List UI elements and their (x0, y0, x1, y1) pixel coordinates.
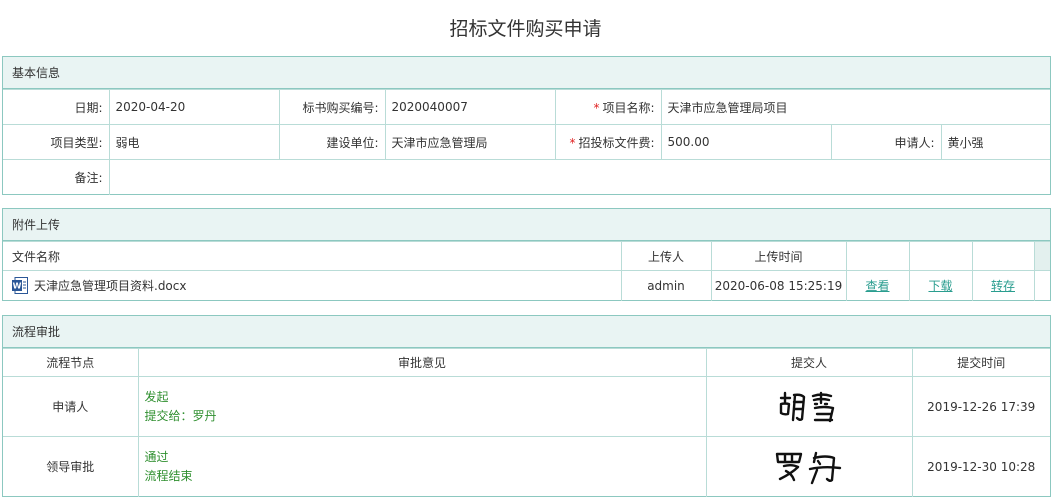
page-title: 招标文件购买申请 (449, 18, 602, 40)
flow-node: 领导审批 (3, 436, 139, 497)
note-label: 备注: (3, 159, 110, 195)
project-name-label-cell: * 项目名称: (554, 89, 662, 125)
column-header-file-name: 文件名称 (3, 241, 622, 271)
builder-value: 天津市应急管理局 (384, 124, 556, 160)
project-name-label: 项目名称: (602, 100, 655, 115)
submit-time: 2019-12-26 17:39 (911, 376, 1050, 437)
file-name: 天津应急管理项目资料.docx (34, 278, 187, 293)
required-mark: * (569, 135, 576, 150)
column-header-blank (845, 241, 910, 271)
workflow-table: 流程节点 审批意见 提交人 提交时间 申请人 发起 提交给：罗丹 2019-12… (3, 348, 1050, 497)
submitter-signature-cell (705, 436, 913, 497)
attachment-header: 附件上传 (3, 209, 1050, 241)
date-value: 2020-04-20 (108, 89, 280, 125)
column-header-uploader: 上传人 (620, 241, 712, 271)
bid-no-label: 标书购买编号: (278, 89, 386, 125)
opinion-detail: 流程结束 (144, 468, 193, 483)
table-row: W 天津应急管理项目资料.docx admin 2020-06-08 15:25… (3, 270, 1050, 301)
note-value (108, 159, 1050, 195)
applicant-value: 黄小强 (940, 124, 1050, 160)
view-link[interactable]: 查看 (865, 279, 889, 293)
project-type-value: 弱电 (108, 124, 280, 160)
column-header-blank (908, 241, 973, 271)
basic-info-section: 基本信息 日期: 2020-04-20 标书购买编号: 2020040007 *… (2, 56, 1051, 195)
column-header-submitter: 提交人 (705, 348, 913, 377)
project-name-value: 天津市应急管理局项目 (660, 89, 1050, 125)
column-header-blank (971, 241, 1035, 271)
project-type-label: 项目类型: (3, 124, 110, 160)
submit-time: 2019-12-30 10:28 (911, 436, 1050, 497)
blank-cell (1033, 270, 1050, 301)
basic-info-table: 日期: 2020-04-20 标书购买编号: 2020040007 * 项目名称:… (3, 89, 1050, 195)
column-header-upload-time: 上传时间 (710, 241, 847, 271)
word-file-icon: W (12, 276, 28, 294)
signature-image (779, 391, 835, 422)
scrollbar-track[interactable] (1033, 241, 1050, 271)
transfer-link[interactable]: 转存 (991, 279, 1015, 293)
applicant-label: 申请人: (830, 124, 942, 160)
opinion-action: 通过 (144, 449, 169, 464)
download-link[interactable]: 下载 (928, 279, 952, 293)
attachment-section: 附件上传 文件名称 上传人 上传时间 W 天津应急管理项目资料.docx adm… (2, 208, 1051, 301)
fee-label-cell: * 招投标文件费: (554, 124, 662, 160)
flow-opinion: 通过 流程结束 (137, 436, 707, 497)
fee-value: 500.00 (660, 124, 832, 160)
table-row: 申请人 发起 提交给：罗丹 2019-12-26 17:39 (3, 376, 1050, 437)
column-header-node: 流程节点 (3, 348, 139, 377)
opinion-action: 发起 (144, 389, 169, 404)
date-label: 日期: (3, 89, 110, 125)
workflow-section: 流程审批 流程节点 审批意见 提交人 提交时间 申请人 发起 提交给：罗丹 20… (2, 315, 1051, 497)
basic-info-header: 基本信息 (3, 57, 1050, 89)
workflow-header: 流程审批 (3, 316, 1050, 348)
required-mark: * (593, 100, 600, 115)
fee-label: 招投标文件费: (578, 135, 655, 150)
upload-time: 2020-06-08 15:25:19 (710, 270, 847, 301)
svg-text:W: W (13, 281, 22, 290)
column-header-opinion: 审批意见 (137, 348, 707, 377)
column-header-submit-time: 提交时间 (911, 348, 1050, 377)
uploader: admin (620, 270, 712, 301)
bid-no-value: 2020040007 (384, 89, 556, 125)
file-name-cell: W 天津应急管理项目资料.docx (3, 270, 622, 301)
attachment-table: 文件名称 上传人 上传时间 W 天津应急管理项目资料.docx admin 20… (3, 241, 1050, 301)
opinion-detail: 提交给：罗丹 (144, 408, 217, 423)
submitter-signature-cell (705, 376, 913, 437)
table-row: 领导审批 通过 流程结束 2019-12-30 10:28 (3, 436, 1050, 497)
flow-opinion: 发起 提交给：罗丹 (137, 376, 707, 437)
signature-image (775, 451, 842, 484)
flow-node: 申请人 (3, 376, 139, 437)
builder-label: 建设单位: (278, 124, 386, 160)
